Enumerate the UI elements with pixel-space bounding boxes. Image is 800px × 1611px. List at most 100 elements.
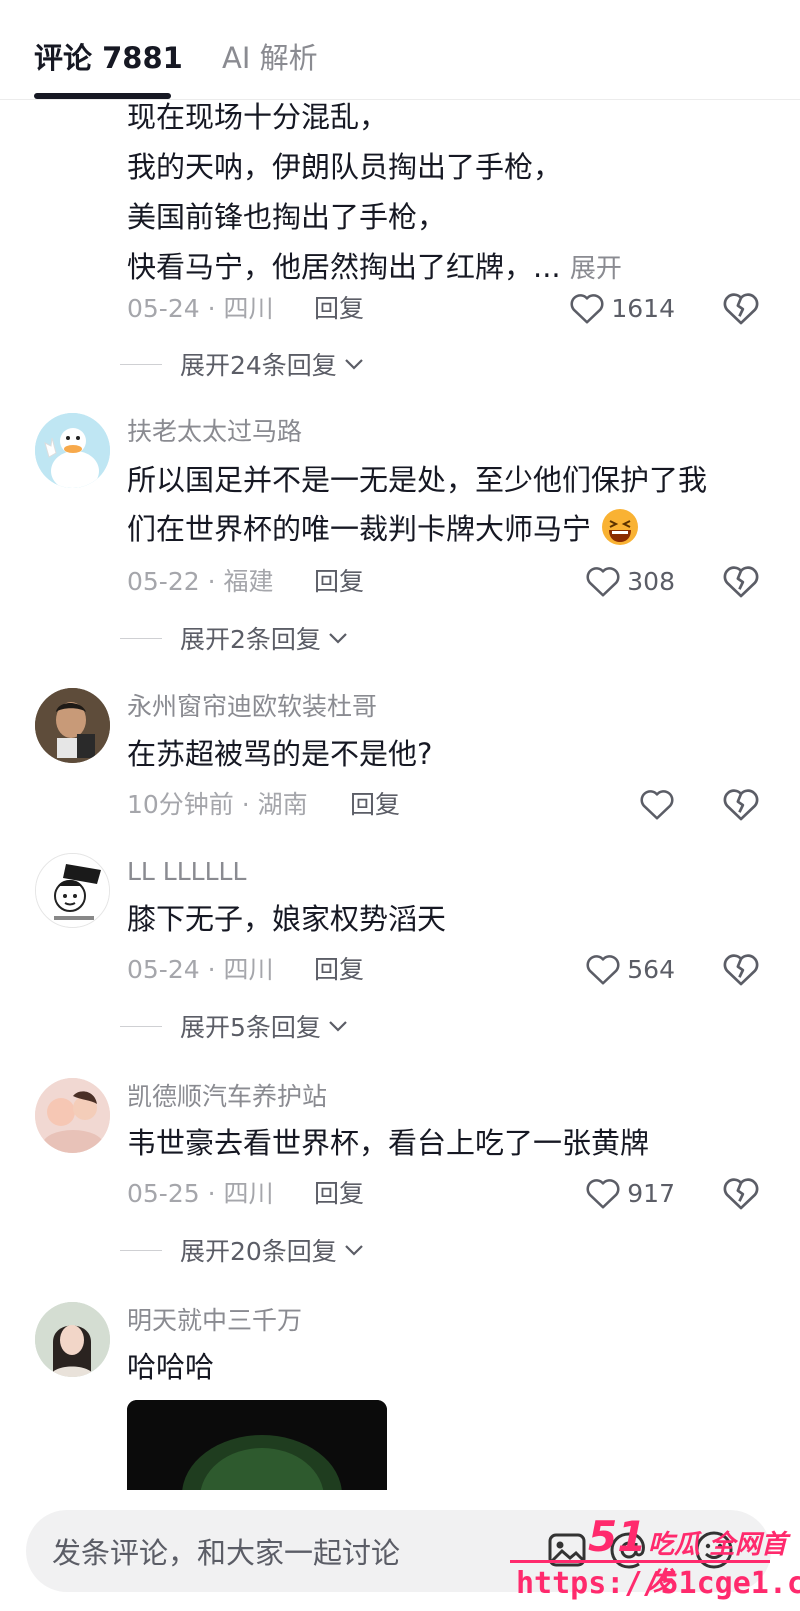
- heart-icon: [586, 567, 620, 597]
- comment-text-line: 快看马宁，他居然掏出了红牌，... 展开: [127, 242, 622, 294]
- replies-divider: [120, 363, 162, 365]
- duck-avatar-drawing: [35, 413, 110, 488]
- comment-meta: 05-22 · 福建: [127, 565, 274, 599]
- expand-replies-button[interactable]: 展开2条回复: [120, 620, 349, 656]
- comment-date: 05-22: [127, 567, 200, 596]
- watermark-number: 51: [588, 1512, 647, 1561]
- comment-date: 05-25: [127, 1179, 200, 1208]
- expand-replies-label: 展开5条回复: [180, 1013, 321, 1042]
- comment-text-line: 美国前锋也掏出了手枪，: [127, 200, 447, 234]
- cartoon-meme-avatar-icon[interactable]: [35, 853, 110, 928]
- like-count: 917: [627, 1178, 675, 1208]
- chevron-down-icon: [345, 1245, 363, 1256]
- expand-replies-label: 展开2条回复: [180, 625, 321, 654]
- comment-date: 05-24: [127, 294, 200, 323]
- watermark-underline: [510, 1560, 770, 1563]
- family-photo-avatar-icon[interactable]: [35, 1078, 110, 1153]
- like-button[interactable]: 917: [585, 1173, 675, 1213]
- heart-icon: [586, 1179, 620, 1209]
- dislike-button[interactable]: [722, 1175, 760, 1211]
- comment-region: 湖南: [257, 790, 308, 819]
- tab-ai-analysis[interactable]: AI 解析: [222, 38, 318, 78]
- woman-photo-drawing: [35, 1302, 110, 1377]
- meta-separator: ·: [207, 567, 216, 596]
- broken-heart-icon: [723, 789, 759, 821]
- comment-text-line: 我的天呐，伊朗队员掏出了手枪，: [127, 150, 563, 184]
- comment-region: 四川: [223, 1179, 274, 1208]
- comment-meta: 05-24 · 四川: [127, 292, 274, 326]
- reply-button[interactable]: 回复: [314, 565, 364, 599]
- heart-icon: [640, 790, 674, 820]
- broken-heart-icon: [723, 1178, 759, 1210]
- comment-date: 10分钟前: [127, 790, 234, 819]
- chevron-down-icon: [345, 359, 363, 370]
- comment-meta: 05-25 · 四川: [127, 1177, 274, 1211]
- like-button[interactable]: 1614: [569, 288, 675, 328]
- watermark-url: https://51cge1.com: [516, 1566, 800, 1601]
- expand-replies-label: 展开24条回复: [180, 351, 337, 380]
- reply-button[interactable]: 回复: [314, 1177, 364, 1211]
- replies-divider: [120, 637, 162, 639]
- heart-icon: [570, 294, 604, 324]
- attached-image-drawing: [127, 1400, 387, 1490]
- replies-divider: [120, 1025, 162, 1027]
- dislike-button[interactable]: [722, 563, 760, 599]
- replies-divider: [120, 1249, 162, 1251]
- like-button[interactable]: 308: [585, 561, 675, 601]
- broken-heart-icon: [723, 293, 759, 325]
- attached-image-thumbnail-icon[interactable]: [127, 1400, 387, 1490]
- expand-replies-button[interactable]: 展开24条回复: [120, 346, 365, 382]
- comment-region: 福建: [223, 567, 274, 596]
- comment-input-placeholder: 发条评论，和大家一起讨论: [52, 1536, 401, 1570]
- comment-username[interactable]: 扶老太太过马路: [127, 415, 302, 449]
- comments-page: 评论 7881 AI 解析 现在现场十分混乱， 我的天呐，伊朗队员掏出了手枪， …: [0, 0, 800, 1611]
- reply-button[interactable]: 回复: [314, 292, 364, 326]
- expand-replies-button[interactable]: 展开20条回复: [120, 1232, 365, 1268]
- meta-separator: ·: [207, 294, 216, 323]
- comment-username[interactable]: 明天就中三千万: [127, 1304, 302, 1338]
- chevron-down-icon: [329, 633, 347, 644]
- reply-button[interactable]: 回复: [350, 788, 400, 822]
- comment-text-line: 在苏超被骂的是不是他?: [127, 737, 433, 771]
- comment-date: 05-24: [127, 955, 200, 984]
- like-count: 308: [627, 566, 675, 596]
- like-button[interactable]: [639, 784, 675, 824]
- comment-text-line-content: 们在世界杯的唯一裁判卡牌大师马宁: [127, 512, 592, 546]
- comment-meta: 05-24 · 四川: [127, 953, 274, 987]
- broken-heart-icon: [723, 566, 759, 598]
- expand-text-button[interactable]: 展开: [570, 254, 622, 284]
- comment-text-line: 所以国足并不是一无是处，至少他们保护了我: [127, 463, 708, 497]
- tab-comments[interactable]: 评论 7881: [34, 38, 183, 78]
- comment-region: 四川: [223, 294, 274, 323]
- man-photo-drawing: [35, 688, 110, 763]
- comment-text-line: 们在世界杯的唯一裁判卡牌大师马宁: [127, 504, 640, 554]
- comment-text-line-content: 快看马宁，他居然掏出了红牌，...: [127, 250, 561, 284]
- comment-username[interactable]: 永州窗帘迪欧软装杜哥: [127, 690, 377, 724]
- comment-region: 四川: [223, 955, 274, 984]
- like-button[interactable]: 564: [585, 949, 675, 989]
- comment-username[interactable]: LL LLLLLL: [127, 855, 246, 889]
- dislike-button[interactable]: [722, 786, 760, 822]
- heart-icon: [586, 955, 620, 985]
- comment-meta: 10分钟前 · 湖南: [127, 788, 308, 822]
- chevron-down-icon: [329, 1021, 347, 1032]
- meta-separator: ·: [207, 955, 216, 984]
- active-tab-indicator: [34, 93, 171, 99]
- comment-username[interactable]: 凯德顺汽车养护站: [127, 1080, 327, 1114]
- dislike-button[interactable]: [722, 951, 760, 987]
- expand-replies-button[interactable]: 展开5条回复: [120, 1008, 349, 1044]
- woman-photo-avatar-icon[interactable]: [35, 1302, 110, 1377]
- like-count: 1614: [611, 293, 675, 323]
- comment-tabs-bar: 评论 7881 AI 解析: [0, 0, 800, 100]
- meta-separator: ·: [241, 790, 250, 819]
- comment-text-line: 韦世豪去看世界杯，看台上吃了一张黄牌: [127, 1126, 650, 1160]
- reply-button[interactable]: 回复: [314, 953, 364, 987]
- dislike-button[interactable]: [722, 290, 760, 326]
- comment-text-line: 膝下无子，娘家权势滔天: [127, 902, 447, 936]
- man-photo-avatar-icon[interactable]: [35, 688, 110, 763]
- meta-separator: ·: [207, 1179, 216, 1208]
- duck-avatar-icon[interactable]: [35, 413, 110, 488]
- cartoon-meme-drawing: [36, 854, 109, 927]
- expand-replies-label: 展开20条回复: [180, 1237, 337, 1266]
- laughing-emoji-icon: [602, 509, 639, 545]
